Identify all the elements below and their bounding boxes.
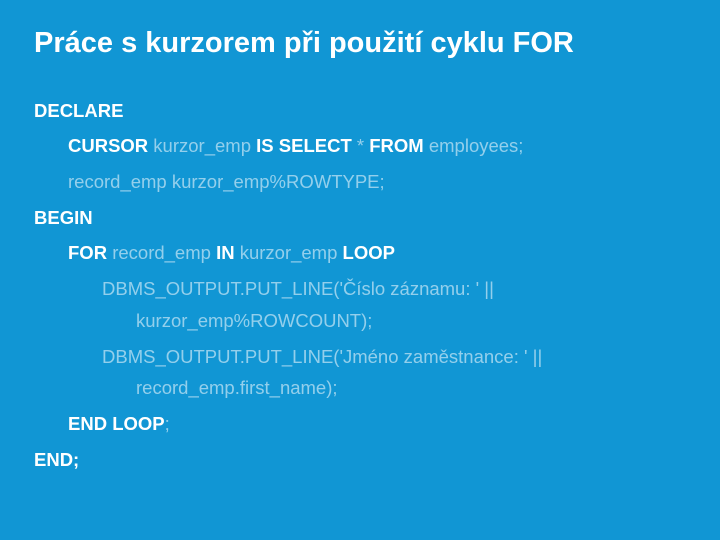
- keyword-is: IS: [256, 135, 273, 156]
- code-line: kurzor_emp%ROWCOUNT);: [34, 307, 686, 336]
- keyword-cursor: CURSOR: [68, 135, 148, 156]
- code-line: DECLARE: [34, 97, 686, 126]
- code-line: DBMS_OUTPUT.PUT_LINE('Jméno zaměstnance:…: [34, 343, 686, 372]
- code-text: kurzor_emp%ROWCOUNT);: [136, 310, 372, 331]
- slide: Práce s kurzorem při použití cyklu FOR D…: [0, 0, 720, 540]
- keyword-loop: LOOP: [343, 242, 395, 263]
- code-line: BEGIN: [34, 204, 686, 233]
- keyword-in: IN: [216, 242, 235, 263]
- slide-title: Práce s kurzorem při použití cyklu FOR: [34, 26, 686, 61]
- code-block: DECLARE CURSOR kurzor_emp IS SELECT * FR…: [34, 97, 686, 474]
- code-text: ;: [165, 413, 170, 434]
- keyword-from: FROM: [369, 135, 423, 156]
- keyword-select: SELECT: [274, 135, 357, 156]
- code-text: *: [357, 135, 369, 156]
- code-line: END LOOP;: [34, 410, 686, 439]
- code-text: record_emp kurzor_emp%ROWTYPE;: [68, 171, 385, 192]
- code-line: END;: [34, 446, 686, 475]
- code-text: kurzor_emp: [148, 135, 256, 156]
- keyword-begin: BEGIN: [34, 207, 93, 228]
- code-text: DBMS_OUTPUT.PUT_LINE('Jméno zaměstnance:…: [102, 346, 542, 367]
- code-line: DBMS_OUTPUT.PUT_LINE('Číslo záznamu: ' |…: [34, 275, 686, 304]
- code-text: DBMS_OUTPUT.PUT_LINE('Číslo záznamu: ' |…: [102, 278, 494, 299]
- keyword-declare: DECLARE: [34, 100, 123, 121]
- code-line: record_emp kurzor_emp%ROWTYPE;: [34, 168, 686, 197]
- code-text: kurzor_emp: [235, 242, 343, 263]
- keyword-endloop: END LOOP: [68, 413, 165, 434]
- code-text: record_emp.first_name);: [136, 377, 338, 398]
- keyword-end: END;: [34, 449, 79, 470]
- keyword-for: FOR: [68, 242, 107, 263]
- code-text: record_emp: [107, 242, 216, 263]
- code-line: FOR record_emp IN kurzor_emp LOOP: [34, 239, 686, 268]
- code-text: employees;: [424, 135, 524, 156]
- code-line: record_emp.first_name);: [34, 374, 686, 403]
- code-line: CURSOR kurzor_emp IS SELECT * FROM emplo…: [34, 132, 686, 161]
